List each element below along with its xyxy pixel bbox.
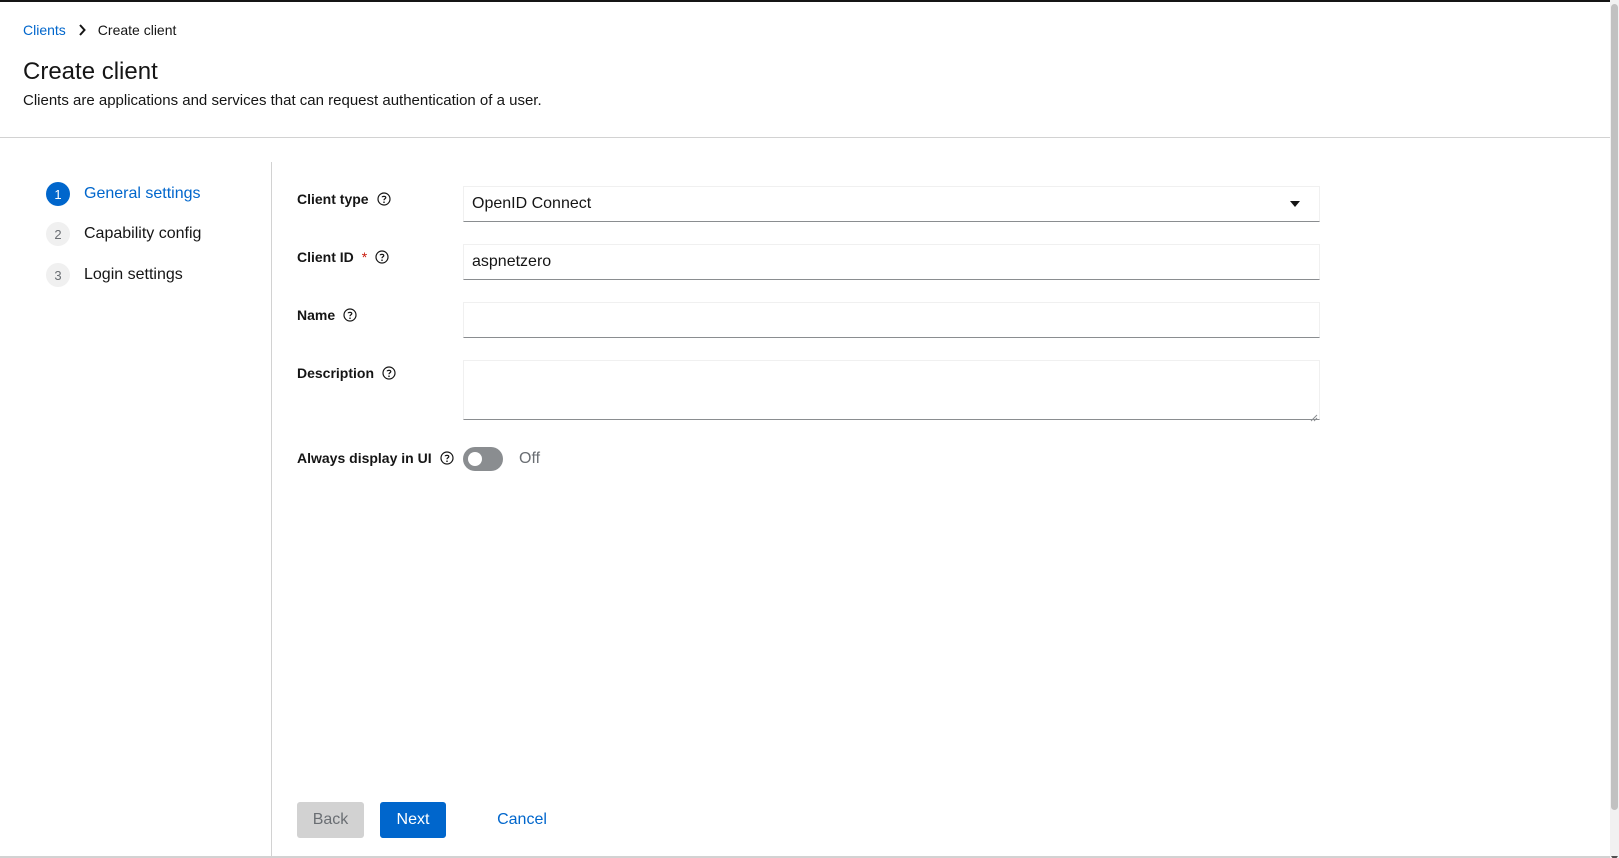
help-icon[interactable] bbox=[375, 250, 389, 264]
client-id-input[interactable] bbox=[472, 253, 1311, 271]
client-type-label-text: Client type bbox=[297, 191, 369, 207]
toggle-knob bbox=[468, 452, 482, 466]
always-display-toggle[interactable]: Off bbox=[463, 447, 540, 471]
cancel-button[interactable]: Cancel bbox=[482, 802, 562, 838]
wizard-step-capability-config[interactable]: 2 Capability config bbox=[46, 222, 201, 246]
chevron-right-icon bbox=[78, 24, 86, 36]
help-icon[interactable] bbox=[376, 192, 391, 206]
step-number: 2 bbox=[46, 222, 70, 246]
help-icon[interactable] bbox=[440, 451, 454, 465]
required-marker: * bbox=[361, 249, 368, 265]
description-label-text: Description bbox=[297, 365, 375, 381]
wizard-step-login-settings[interactable]: 3 Login settings bbox=[46, 263, 183, 287]
breadcrumb: Clients Create client bbox=[23, 22, 176, 38]
always-display-label-text: Always display in UI bbox=[297, 450, 432, 466]
description-field[interactable] bbox=[463, 360, 1320, 422]
client-type-select[interactable]: OpenID Connect bbox=[463, 186, 1320, 222]
step-label: Capability config bbox=[84, 225, 202, 242]
page-title: Create client bbox=[23, 58, 158, 85]
wizard-nav: 1 General settings 2 Capability config 3… bbox=[0, 162, 272, 858]
toggle-track[interactable] bbox=[463, 447, 503, 471]
always-display-label: Always display in UI bbox=[297, 450, 454, 466]
step-number: 3 bbox=[46, 263, 70, 287]
client-type-label: Client type bbox=[297, 191, 391, 207]
caret-down-icon bbox=[1289, 200, 1301, 208]
page-header: Clients Create client Create client Clie… bbox=[0, 2, 1610, 138]
help-icon[interactable] bbox=[343, 308, 357, 322]
client-type-value: OpenID Connect bbox=[472, 195, 592, 212]
name-label-text: Name bbox=[297, 307, 336, 323]
step-label: Login settings bbox=[84, 266, 183, 283]
step-number: 1 bbox=[46, 182, 70, 206]
description-label: Description bbox=[297, 365, 396, 381]
back-button[interactable]: Back bbox=[297, 802, 364, 838]
scrollbar-thumb[interactable] bbox=[1611, 4, 1618, 810]
name-field[interactable] bbox=[463, 302, 1320, 338]
scroll-down-arrow-icon[interactable] bbox=[1611, 849, 1618, 858]
breadcrumb-current: Create client bbox=[97, 22, 177, 38]
client-id-label: Client ID * bbox=[297, 249, 389, 265]
breadcrumb-clients-link[interactable]: Clients bbox=[23, 22, 66, 38]
resize-grip-icon[interactable] bbox=[1309, 409, 1318, 422]
client-id-field[interactable] bbox=[463, 244, 1320, 280]
toggle-state-label: Off bbox=[519, 450, 541, 467]
wizard-footer: Back Next Cancel bbox=[297, 802, 562, 838]
client-id-label-text: Client ID bbox=[297, 249, 354, 265]
description-textarea[interactable] bbox=[472, 367, 1311, 413]
name-label: Name bbox=[297, 307, 357, 323]
name-input[interactable] bbox=[472, 311, 1311, 329]
vertical-scrollbar[interactable] bbox=[1610, 0, 1619, 858]
next-button[interactable]: Next bbox=[380, 802, 446, 838]
step-label: General settings bbox=[84, 185, 201, 202]
page-subtitle: Clients are applications and services th… bbox=[23, 92, 542, 109]
wizard-step-general-settings[interactable]: 1 General settings bbox=[46, 182, 201, 206]
help-icon[interactable] bbox=[382, 366, 396, 380]
